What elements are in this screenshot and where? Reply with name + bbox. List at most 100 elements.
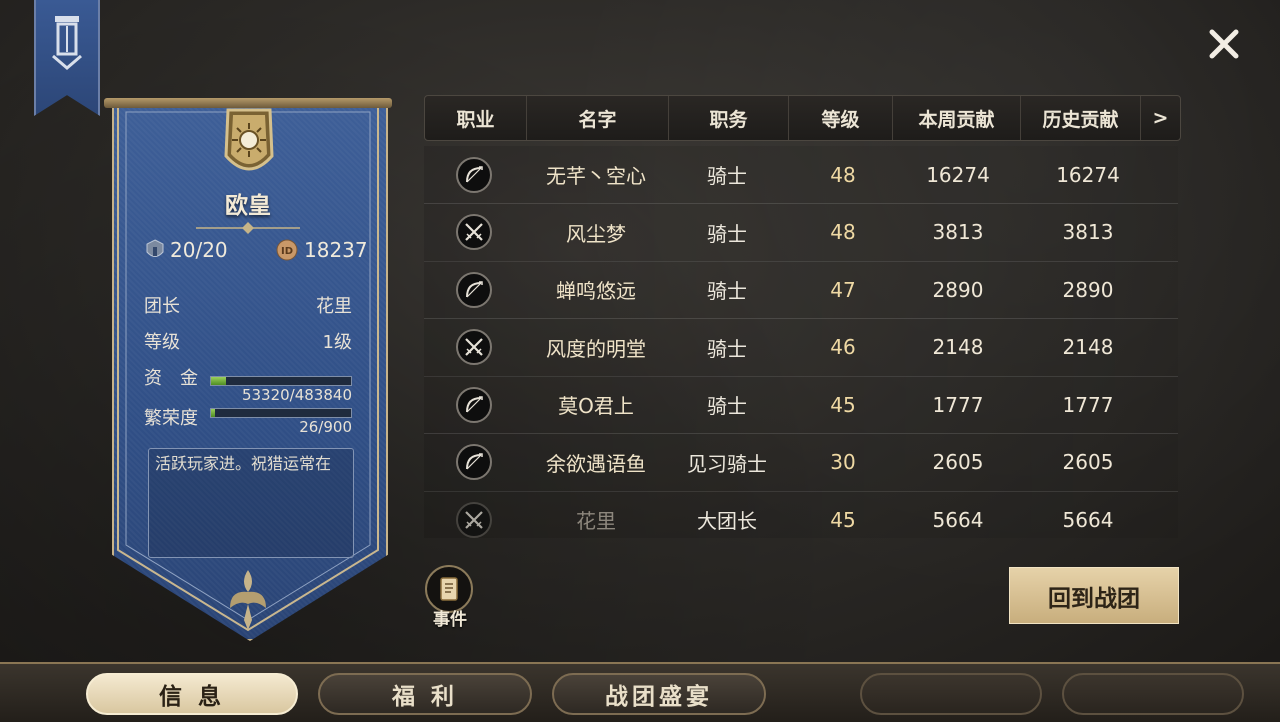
helmet-icon [146,239,164,257]
funds-progress-bar [210,376,352,386]
fleur-ornament [230,570,266,630]
member-row[interactable]: 余欲遇语鱼 见习骑士 30 2605 2605 [424,433,1178,492]
member-name: 风尘梦 [566,221,626,246]
crossed-swords-icon [456,214,492,250]
member-weekly-contribution: 16274 [926,162,990,187]
tab-guild-feast[interactable]: 战团盛宴 [552,673,766,715]
member-level: 46 [830,335,856,359]
job-cell [424,271,524,308]
header-total-contribution[interactable]: 历史贡献 [1021,96,1141,140]
bow-icon [456,156,492,193]
job-cell [424,214,524,250]
job-cell [424,501,524,538]
member-total-contribution: 2605 [1062,450,1114,474]
funds-progress-fill [211,377,227,385]
guild-id: ID 18237 [276,238,368,262]
job-cell [424,329,524,365]
leader-value: 花里 [316,296,352,317]
prosperity-label: 繁荣度 [144,408,198,429]
member-name: 蝉鸣悠远 [556,279,636,303]
close-icon [1209,29,1239,59]
guild-notice[interactable]: 活跃玩家进。祝猎运常在 [148,448,354,558]
member-level: 48 [830,162,856,187]
member-title: 骑士 [707,221,747,246]
member-name: 花里 [576,509,616,533]
header-name[interactable]: 名字 [527,96,669,140]
member-row[interactable]: 花里 大团长 45 5664 5664 [424,491,1178,538]
member-title: 骑士 [707,164,747,188]
member-list[interactable]: 无芊丶空心 骑士 48 16274 16274 风尘梦 骑士 48 3813 3813 蝉鸣悠远 骑士… [424,146,1178,538]
close-button[interactable] [1204,24,1244,64]
guild-id-value: 18237 [304,238,368,262]
job-cell [424,156,524,193]
guild-name: 欧皇 [225,193,271,219]
member-level: 47 [830,277,856,302]
event-label: 事件 [433,610,467,630]
member-name: 无芊丶空心 [546,164,646,188]
svg-text:ID: ID [281,246,293,257]
tab-info[interactable]: 信 息 [86,673,298,715]
bow-icon [456,386,492,423]
member-row[interactable]: 风尘梦 骑士 48 3813 3813 [424,203,1178,262]
member-total-contribution: 2148 [1062,335,1114,359]
header-level[interactable]: 等级 [789,96,893,140]
member-title: 骑士 [707,279,747,303]
event-button[interactable]: 事件 [425,565,475,630]
job-cell [424,386,524,423]
member-count: 20/20 [146,238,228,262]
prosperity-value: 26/900 [299,418,352,436]
tab-welfare[interactable]: 福 利 [318,673,532,715]
locked-tab-slot [860,673,1042,715]
locked-tab-slot [1062,673,1244,715]
member-total-contribution: 2890 [1062,277,1114,302]
bow-icon [456,444,492,480]
tower-emblem-icon [52,16,82,70]
member-total-contribution: 16274 [1056,162,1120,187]
member-weekly-contribution: 2148 [932,335,984,359]
crossed-swords-icon [456,329,492,365]
member-row[interactable]: 无芊丶空心 骑士 48 16274 16274 [424,146,1178,204]
member-table-header: 职业 名字 职务 等级 本周贡献 历史贡献 > [424,95,1181,141]
member-title: 骑士 [707,336,747,361]
member-level: 48 [830,220,856,244]
bow-icon [456,271,492,308]
member-name: 莫O君上 [558,394,634,418]
member-level: 30 [830,450,856,474]
header-weekly-contribution[interactable]: 本周贡献 [893,96,1021,140]
member-weekly-contribution: 1777 [932,392,984,417]
level-label: 等级 [144,332,180,353]
member-row[interactable]: 蝉鸣悠远 骑士 47 2890 2890 [424,261,1178,319]
member-level: 45 [830,507,856,532]
leader-label: 团长 [144,296,180,317]
member-title: 见习骑士 [687,451,767,476]
prosperity-progress-bar [210,408,352,418]
bottom-tab-bar: 信 息 福 利 战团盛宴 [0,662,1280,722]
funds-value: 53320/483840 [241,386,352,404]
job-cell [424,444,524,480]
member-weekly-contribution: 2890 [932,277,984,302]
header-job[interactable]: 职业 [425,96,527,140]
header-title[interactable]: 职务 [669,96,789,140]
id-badge-icon: ID [276,239,298,261]
member-row[interactable]: 风度的明堂 骑士 46 2148 2148 [424,318,1178,377]
member-row[interactable]: 莫O君上 骑士 45 1777 1777 [424,376,1178,434]
funds-label: 资 金 [144,368,198,389]
member-title: 大团长 [697,509,757,533]
level-value: 1级 [322,332,352,353]
name-divider-ornament [196,222,300,234]
header-more-arrow[interactable]: > [1141,96,1180,140]
return-to-guild-button[interactable]: 回到战团 [1009,567,1179,624]
member-weekly-contribution: 2605 [932,450,984,474]
member-total-contribution: 5664 [1062,507,1114,532]
prosperity-progress-fill [211,409,216,417]
member-level: 45 [830,392,856,417]
member-title: 骑士 [707,394,747,418]
member-weekly-contribution: 3813 [932,220,984,244]
guild-sun-emblem-icon [224,108,274,171]
scroll-icon [440,577,458,601]
guild-info-banner: 欧皇 20/20 ID 18237 团长 花里 等级 1级 资 金 53320/… [104,98,392,643]
member-count-value: 20/20 [170,238,228,262]
member-total-contribution: 1777 [1062,392,1114,417]
member-name: 风度的明堂 [546,336,646,361]
crossed-swords-icon [456,501,492,538]
